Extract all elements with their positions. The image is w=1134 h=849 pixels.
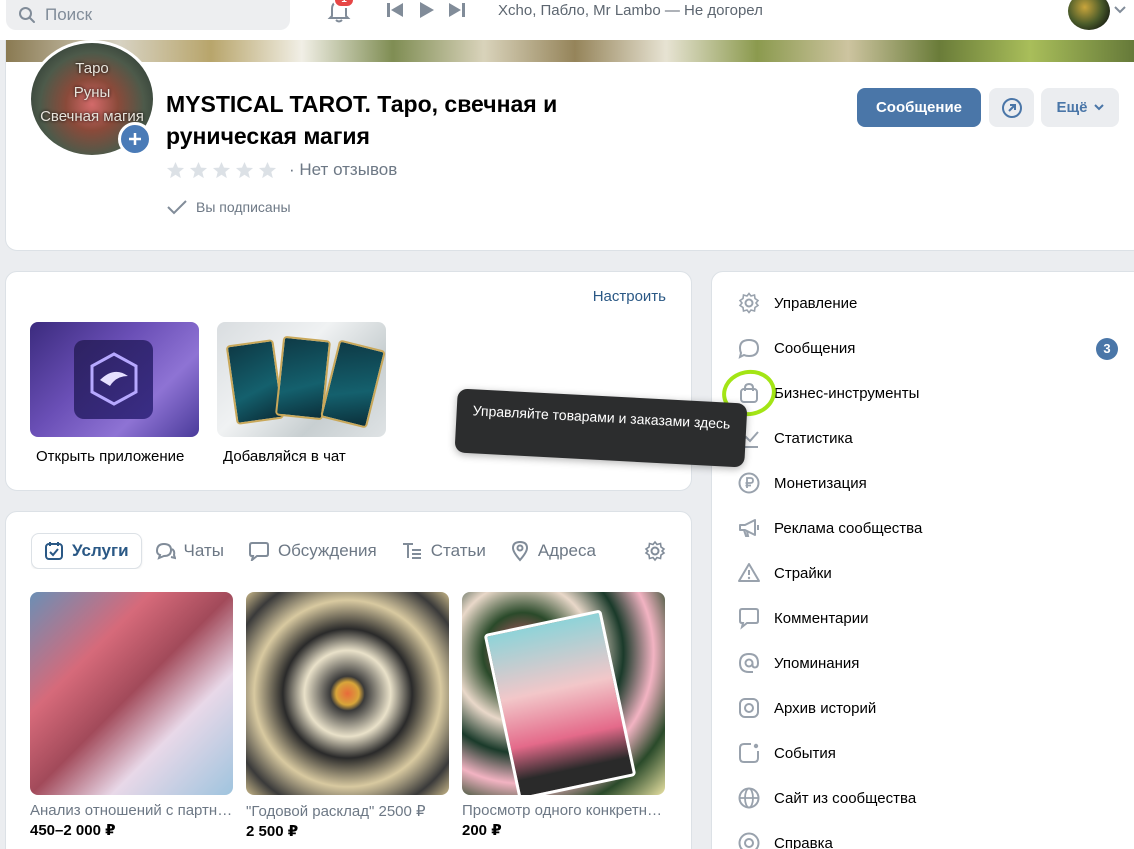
- product-card[interactable]: Просмотр одного конкретного вопроса 200 …: [462, 592, 666, 839]
- message-icon: [738, 338, 760, 359]
- services-widget: Услуги Чаты Обсуждения Статьи Адреса Ана…: [5, 511, 692, 849]
- tab-discussions[interactable]: Обсуждения: [236, 533, 389, 569]
- tab-addresses[interactable]: Адреса: [498, 533, 608, 569]
- star-icon: [189, 161, 208, 178]
- app-image: [30, 322, 199, 437]
- messages-count-badge: 3: [1096, 338, 1118, 360]
- app-image: [217, 322, 386, 437]
- tab-bar: Услуги Чаты Обсуждения Статьи Адреса: [31, 533, 631, 569]
- location-icon: [511, 540, 528, 562]
- user-avatar[interactable]: [1068, 0, 1110, 30]
- menu-item-comments[interactable]: Комментарии: [737, 603, 868, 633]
- menu-item-messages[interactable]: Сообщения: [737, 333, 855, 363]
- reviews-count[interactable]: · Нет отзывов: [289, 160, 397, 180]
- menu-item-mentions[interactable]: Упоминания: [737, 648, 859, 678]
- plus-icon: [129, 133, 141, 145]
- product-image: [246, 592, 449, 795]
- product-price: 2 500 ₽: [246, 823, 299, 840]
- now-playing-track[interactable]: Xcho, Пабло, Mr Lambo — Не догорел: [498, 2, 763, 19]
- product-title: Анализ отношений с партнёром: [30, 802, 234, 819]
- group-cover: [6, 40, 1134, 62]
- megaphone-icon: [739, 519, 759, 537]
- star-icon: [258, 161, 277, 178]
- menu-item-website[interactable]: Сайт из сообщества: [737, 783, 916, 813]
- configure-link[interactable]: Настроить: [593, 288, 666, 305]
- discussion-icon: [248, 542, 269, 561]
- checkmark-icon: [167, 200, 187, 215]
- tab-services[interactable]: Услуги: [31, 533, 142, 569]
- top-bar: Поиск 1 Xcho, Пабло, Mr Lambo — Не догор…: [0, 0, 1134, 40]
- app-label: Открыть приложение: [36, 448, 185, 465]
- product-card[interactable]: Анализ отношений с партнёром 450–2 000 ₽: [30, 592, 234, 839]
- subscription-status[interactable]: Вы подписаны: [166, 199, 291, 215]
- chevron-down-icon: [1093, 104, 1104, 111]
- management-menu: Управление Сообщения 3 Бизнес-инструмент…: [711, 271, 1134, 849]
- stories-icon: [739, 698, 759, 718]
- add-avatar-button[interactable]: [118, 122, 152, 156]
- tab-chats[interactable]: Чаты: [142, 533, 236, 569]
- send-message-button[interactable]: Сообщение: [857, 88, 981, 127]
- app-label: Добавляйся в чат: [223, 448, 346, 465]
- menu-item-stories-archive[interactable]: Архив историй: [737, 693, 876, 723]
- search-icon: [19, 7, 35, 23]
- avatar-text: Таро Руны Свечная магия: [40, 60, 144, 125]
- star-icon: [166, 161, 185, 178]
- product-title: "Годовой расклад" 2500 ₽: [246, 803, 426, 820]
- menu-item-monetization[interactable]: Монетизация: [737, 468, 867, 498]
- more-button[interactable]: Ещё: [1041, 88, 1119, 127]
- app-logo-icon: [90, 352, 138, 406]
- rating[interactable]: · Нет отзывов: [166, 160, 397, 180]
- at-icon: [738, 652, 760, 673]
- search-input[interactable]: Поиск: [6, 0, 290, 30]
- tab-articles[interactable]: Статьи: [389, 533, 498, 569]
- product-image: [462, 592, 665, 795]
- chevron-down-icon[interactable]: [1114, 6, 1126, 14]
- menu-item-strikes[interactable]: Страйки: [737, 558, 832, 588]
- app-item[interactable]: Открыть приложение: [30, 322, 199, 465]
- audio-player: [386, 2, 466, 18]
- comment-icon: [739, 608, 759, 630]
- share-icon: [1001, 97, 1022, 118]
- app-item[interactable]: Добавляйся в чат: [217, 322, 386, 465]
- product-price: 200 ₽: [462, 822, 502, 839]
- gear-icon[interactable]: [644, 540, 666, 562]
- product-card[interactable]: "Годовой расклад" 2500 ₽ 2 500 ₽: [246, 592, 450, 840]
- chats-icon: [155, 542, 176, 560]
- play-icon[interactable]: [418, 2, 434, 18]
- menu-item-events[interactable]: События: [737, 738, 836, 768]
- articles-icon: [402, 543, 421, 559]
- globe-icon: [738, 787, 760, 809]
- share-button[interactable]: [989, 88, 1034, 127]
- menu-item-help[interactable]: Справка: [737, 828, 833, 849]
- previous-track-icon[interactable]: [386, 2, 404, 18]
- product-image: [30, 592, 233, 795]
- menu-item-advertising[interactable]: Реклама сообщества: [737, 513, 922, 543]
- group-title: MYSTICAL TAROT. Таро, свечная и руническ…: [166, 91, 558, 149]
- menu-item-statistics[interactable]: Статистика: [737, 423, 853, 453]
- event-icon: [739, 743, 759, 763]
- star-icon: [235, 161, 254, 178]
- warning-icon: [738, 563, 760, 582]
- ruble-icon: [738, 472, 760, 494]
- menu-item-management[interactable]: Управление: [737, 288, 857, 318]
- group-header: Таро Руны Свечная магия MYSTICAL TAROT. …: [5, 40, 1134, 251]
- calendar-check-icon: [45, 542, 63, 560]
- star-icon: [212, 161, 231, 178]
- search-placeholder: Поиск: [45, 5, 93, 24]
- product-price: 450–2 000 ₽: [30, 822, 116, 839]
- product-title: Просмотр одного конкретного вопроса: [462, 802, 666, 819]
- next-track-icon[interactable]: [448, 2, 466, 18]
- gear-icon: [738, 292, 760, 314]
- help-icon: [738, 832, 760, 849]
